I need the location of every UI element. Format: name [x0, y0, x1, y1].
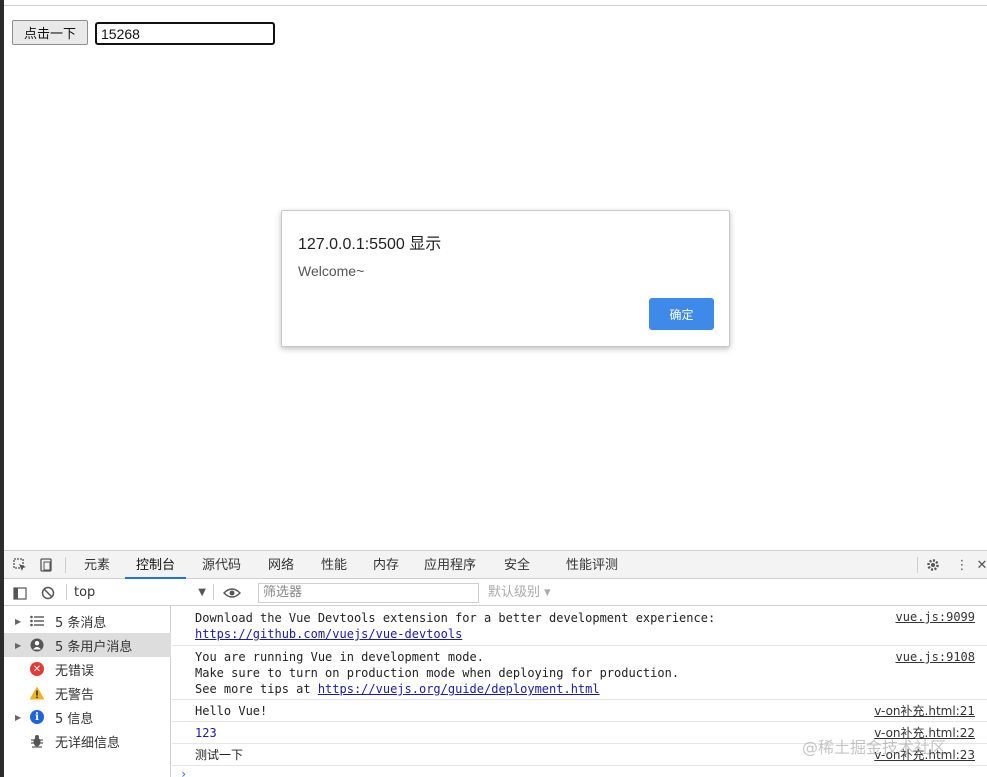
tab-performance[interactable]: 性能 [321, 551, 347, 579]
error-icon: ✕ [29, 661, 45, 677]
sidebar-item-label: 5 条用户消息 [55, 639, 133, 655]
message-text: You are running Vue in development mode. [195, 650, 484, 664]
context-selector[interactable]: top ▼ [74, 583, 206, 602]
tab-application[interactable]: 应用程序 [424, 551, 476, 579]
console-sidebar: ▶ 5 条消息 ▶ 5 条用户消息 ✕ 无错误 无警告 ▶ i 5 信息 无详细… [4, 606, 171, 777]
message-source-link[interactable]: vue.js:9108 [896, 649, 975, 665]
message-text: 测试一下 [195, 748, 244, 762]
list-icon [29, 613, 45, 629]
sidebar-item-label: 5 信息 [55, 711, 94, 727]
bug-icon [29, 733, 45, 749]
console-prompt-icon[interactable]: › [180, 767, 187, 777]
message-text: Make sure to turn on production mode whe… [195, 666, 680, 680]
message-text: Download the Vue Devtools extension for … [195, 611, 716, 625]
tab-memory[interactable]: 内存 [373, 551, 399, 579]
sidebar-item-user-messages[interactable]: ▶ 5 条用户消息 [4, 633, 171, 657]
user-icon [29, 637, 45, 653]
tab-network[interactable]: 网络 [268, 551, 294, 579]
message-link[interactable]: https://vuejs.org/guide/deployment.html [318, 682, 600, 696]
console-filter-bar: top ▼ 筛选器 默认级别 ▾ [4, 579, 987, 606]
sidebar-item-verbose[interactable]: 无详细信息 [4, 729, 171, 753]
sidebar-toggle-icon[interactable] [12, 585, 28, 601]
dialog-title: 127.0.0.1:5500 显示 [298, 236, 442, 253]
eye-icon[interactable] [222, 585, 242, 601]
message-text: See more tips at https://vuejs.org/guide… [195, 681, 600, 697]
tab-elements[interactable]: 元素 [84, 551, 110, 579]
info-icon: i [29, 709, 45, 725]
filterbar-separator [66, 584, 67, 600]
sidebar-item-info[interactable]: ▶ i 5 信息 [4, 705, 171, 729]
dialog-ok-button[interactable]: 确定 [649, 298, 714, 330]
tab-console[interactable]: 控制台 [125, 551, 187, 579]
number-input[interactable] [95, 22, 275, 45]
sidebar-item-messages[interactable]: ▶ 5 条消息 [4, 609, 171, 633]
tabbar-separator [65, 557, 66, 573]
log-levels-dropdown[interactable]: 默认级别 ▾ [488, 583, 551, 602]
clear-console-icon[interactable] [40, 585, 56, 601]
sidebar-item-label: 无警告 [55, 687, 95, 703]
click-button[interactable]: 点击一下 [12, 20, 88, 45]
devtools-tabbar: 元素 控制台 源代码 网络 性能 内存 应用程序 安全 性能评测 ⋮ ✕ [4, 551, 987, 579]
page-top-border [4, 5, 987, 6]
message-text: Hello Vue! [195, 704, 268, 718]
sidebar-item-warnings[interactable]: 无警告 [4, 681, 171, 705]
tab-security[interactable]: 安全 [504, 551, 530, 579]
filterbar-separator [213, 584, 214, 600]
tab-lighthouse[interactable]: 性能评测 [566, 551, 618, 579]
dialog-message: Welcome~ [298, 263, 365, 279]
console-message: You are running Vue in development mode.… [172, 646, 987, 700]
inspect-element-icon[interactable] [12, 557, 28, 573]
sidebar-item-label: 无错误 [55, 663, 95, 679]
message-link[interactable]: https://github.com/vuejs/vue-devtools [195, 626, 462, 642]
message-source-link[interactable]: v-on补充.html:21 [874, 703, 975, 719]
context-label: top [74, 585, 96, 600]
tab-sources[interactable]: 源代码 [202, 551, 241, 579]
device-toolbar-icon[interactable] [38, 557, 54, 573]
message-source-link[interactable]: vue.js:9099 [896, 609, 975, 625]
message-prefix: See more tips at [195, 682, 318, 696]
console-message: Hello Vue! v-on补充.html:21 [172, 700, 987, 722]
expand-triangle-icon: ▶ [15, 616, 22, 626]
sidebar-item-label: 无详细信息 [55, 735, 121, 751]
more-options-icon[interactable]: ⋮ [954, 557, 970, 573]
message-number: 123 [195, 726, 217, 740]
console-message: Download the Vue Devtools extension for … [172, 606, 987, 646]
close-devtools-icon[interactable]: ✕ [976, 557, 987, 573]
warning-icon [29, 685, 45, 701]
sidebar-item-errors[interactable]: ✕ 无错误 [4, 657, 171, 681]
watermark: @稀土掘金技术社区 [802, 738, 947, 757]
expand-triangle-icon: ▶ [15, 640, 22, 650]
settings-icon[interactable] [925, 557, 941, 573]
dropdown-arrow-icon: ▼ [198, 587, 206, 598]
alert-dialog: 127.0.0.1:5500 显示 Welcome~ 确定 [281, 210, 730, 347]
tabbar-separator [917, 557, 918, 573]
expand-triangle-icon: ▶ [15, 712, 22, 722]
filter-input[interactable]: 筛选器 [258, 583, 479, 603]
sidebar-item-label: 5 条消息 [55, 615, 107, 631]
